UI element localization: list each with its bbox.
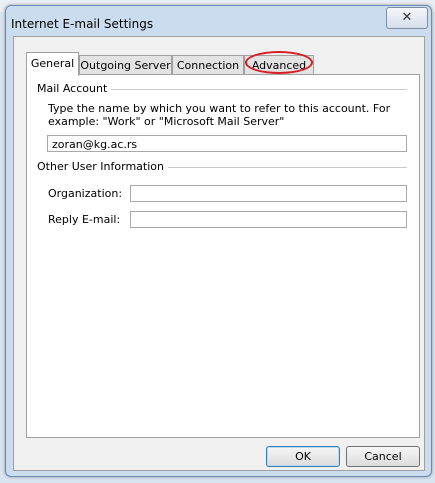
tab-general[interactable]: General — [26, 52, 79, 76]
reply-email-label: Reply E-mail: — [48, 213, 121, 226]
tab-outgoing-server[interactable]: Outgoing Server — [79, 55, 172, 75]
close-icon: ✕ — [401, 10, 413, 25]
tab-label: General — [30, 57, 75, 70]
dialog-titlebar[interactable]: Internet E-mail Settings ✕ — [6, 6, 431, 36]
dialog-client-area: General Outgoing Server Connection Advan… — [13, 36, 425, 471]
ok-button[interactable]: OK — [266, 446, 340, 467]
cancel-button[interactable]: Cancel — [346, 446, 420, 467]
general-tab-panel: Mail Account Type the name by which you … — [26, 74, 420, 438]
reply-email-input[interactable] — [130, 211, 407, 228]
cancel-button-label: Cancel — [364, 450, 402, 463]
organization-label: Organization: — [48, 187, 123, 200]
account-name-input[interactable]: zoran@kg.ac.rs — [47, 135, 407, 152]
internet-email-settings-dialog: Internet E-mail Settings ✕ General Outgo… — [5, 5, 432, 477]
tab-connection[interactable]: Connection — [172, 55, 244, 75]
close-button[interactable]: ✕ — [386, 7, 428, 29]
mail-account-section-label: Mail Account — [37, 82, 112, 95]
other-user-info-section-label: Other User Information — [37, 160, 168, 173]
ok-button-label: OK — [295, 450, 311, 463]
dialog-title: Internet E-mail Settings — [11, 17, 154, 31]
account-name-description: Type the name by which you want to refer… — [48, 102, 391, 128]
organization-input[interactable] — [130, 185, 407, 202]
tab-label: Outgoing Server — [80, 59, 171, 72]
tab-label: Connection — [176, 59, 240, 72]
advanced-tab-highlight-annotation — [245, 51, 313, 74]
